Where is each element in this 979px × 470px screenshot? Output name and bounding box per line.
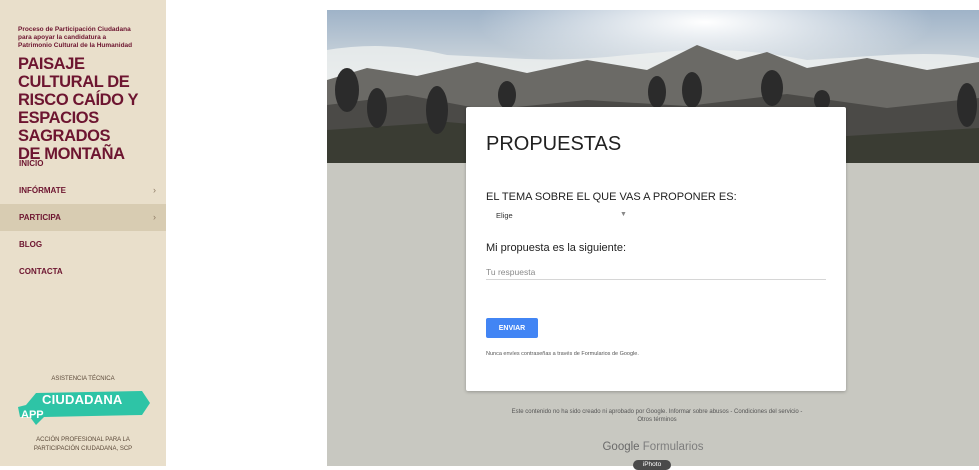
submit-button[interactable]: ENVIAR xyxy=(486,318,538,338)
google-forms-logo[interactable]: Google Formularios xyxy=(327,441,979,453)
nav-item-label: INICIO xyxy=(19,159,44,168)
site-title-line: RISCO CAÍDO Y xyxy=(18,91,139,109)
logo-wordmark: CIUDADANA xyxy=(42,392,123,407)
form-card: PROPUESTAS EL TEMA SOBRE EL QUE VAS A PR… xyxy=(466,107,846,391)
nav-item-informate[interactable]: INFÓRMATE › xyxy=(0,177,166,204)
sidebar: Proceso de Participación Ciudadana para … xyxy=(0,0,166,466)
dropdown-arrow-icon: ▼ xyxy=(620,211,627,218)
form-footer: Este contenido no ha sido creado ni apro… xyxy=(477,408,837,424)
nav-item-blog[interactable]: BLOG xyxy=(0,231,166,258)
proposal-input[interactable] xyxy=(486,264,826,280)
site-subtitle-line: para apoyar la candidatura a xyxy=(18,34,107,41)
tagline-line: PARTICIPACIÓN CIUDADANA, SCP xyxy=(33,446,133,452)
assistance-label: ASISTENCIA TÉCNICA xyxy=(51,376,115,382)
nav-item-label: PARTICIPA xyxy=(19,213,61,222)
iphoto-badge: iPhoto xyxy=(633,460,671,470)
sidebar-nav: INICIO INFÓRMATE › PARTICIPA › BLOG CONT… xyxy=(0,150,166,285)
form-title: PROPUESTAS xyxy=(486,133,622,155)
topic-select-value: Elige xyxy=(496,211,513,220)
nav-item-contacta[interactable]: CONTACTA xyxy=(0,258,166,285)
password-warning: Nunca envíes contraseñas a través de For… xyxy=(486,351,639,357)
chevron-right-icon: › xyxy=(153,212,156,222)
nav-item-participa[interactable]: PARTICIPA › xyxy=(0,204,166,231)
question-topic-label: EL TEMA SOBRE EL QUE VAS A PROPONER ES: xyxy=(486,191,737,203)
site-title-line: ESPACIOS SAGRADOS xyxy=(18,109,111,145)
topic-select[interactable]: Elige ▼ xyxy=(486,207,627,223)
site-title-line: PAISAJE CULTURAL DE xyxy=(18,55,130,91)
tagline: ACCIÓN PROFESIONAL PARA LA PARTICIPACIÓN… xyxy=(0,436,166,454)
site-subtitle-line: Proceso de Participación Ciudadana xyxy=(18,26,131,33)
nav-item-label: INFÓRMATE xyxy=(19,186,66,195)
nav-item-label: BLOG xyxy=(19,240,43,249)
nav-item-label: CONTACTA xyxy=(19,267,63,276)
footer-other-terms-link[interactable]: Otros términos xyxy=(477,416,837,424)
nav-item-inicio[interactable]: INICIO xyxy=(0,150,166,177)
brand-forms: Formularios xyxy=(642,441,704,453)
site-subtitle: Proceso de Participación Ciudadana para … xyxy=(18,26,158,50)
site-title[interactable]: PAISAJE CULTURAL DE RISCO CAÍDO Y ESPACI… xyxy=(18,55,166,163)
footer-disclaimer[interactable]: Este contenido no ha sido creado ni apro… xyxy=(477,408,837,416)
logo-wordmark: APP xyxy=(21,409,44,421)
chevron-right-icon: › xyxy=(153,185,156,195)
site-subtitle-line: Patrimonio Cultural de la Humanidad xyxy=(18,42,133,49)
form-area: PROPUESTAS EL TEMA SOBRE EL QUE VAS A PR… xyxy=(327,10,979,470)
tagline-line: ACCIÓN PROFESIONAL PARA LA xyxy=(36,437,130,443)
brand-google: Google xyxy=(602,441,640,453)
question-proposal-label: Mi propuesta es la siguiente: xyxy=(486,242,627,254)
